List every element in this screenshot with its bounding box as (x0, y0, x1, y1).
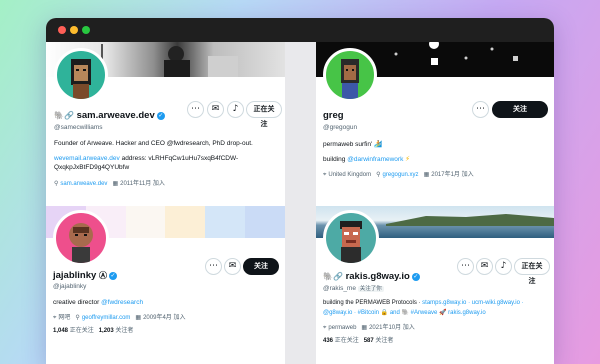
bio-link[interactable]: @g8way.io (323, 310, 352, 316)
calendar-icon: ▦ (361, 324, 368, 331)
bio-address-link[interactable]: wevemail.arweave.dev (54, 155, 120, 162)
bio-address: wevemail.arweave.dev address: vLRHFqCw1u… (54, 155, 238, 162)
bio-address-text: address: vLRHFqCw1uHu7sxqB4fCDW- (121, 155, 239, 162)
link-icon: ⚲ (376, 171, 381, 178)
following-button[interactable]: 正在关注 (514, 258, 550, 285)
handle: @gregogun (323, 124, 358, 131)
handle: @jajablinky (53, 283, 87, 290)
follow-button[interactable]: 关注 (492, 101, 548, 118)
name-emoji: 🐘🔗 (54, 111, 74, 120)
minimize-window-button[interactable] (70, 26, 78, 34)
bio: Founder of Arweave. Hacker and CEO @fwdr… (54, 140, 253, 147)
profile-meta: ⌖ 网吧 ⚲ geoffreymillar.com ▦ 2009年4月 加入 (53, 312, 185, 322)
website-link[interactable]: geoffreymillar.com (82, 315, 131, 321)
bio: creative director @fwdresearch (53, 299, 143, 306)
joined-date: 2021年10月 加入 (369, 325, 415, 331)
follow-stats: 1,048 正在关注 1,203 关注者 (53, 325, 133, 334)
bio-address-line2: QxqkpJxBtFD9g4QYUbfw (54, 164, 130, 171)
profile-card-greg: ⋯ 关注 greg @gregogun permaweb surfin' 🏄 b… (316, 42, 554, 206)
follow-stats: 436 正在关注 587 关注者 (323, 335, 393, 344)
bio-line1: building the PERMAWEB Protocols · stamps… (323, 300, 524, 306)
joined-date: 2009年4月 加入 (143, 315, 186, 321)
bio-mention-link[interactable]: @fwdresearch (101, 299, 143, 306)
notification-bell-icon[interactable]: ♪ (227, 101, 244, 118)
close-window-button[interactable] (58, 26, 66, 34)
link-icon: ⚲ (75, 314, 80, 321)
avatar[interactable] (53, 210, 109, 266)
message-icon[interactable]: ✉ (476, 258, 493, 275)
following-count[interactable]: 1,048 正在关注 (53, 328, 94, 334)
bio-website-link[interactable]: rakis.g8way.io (448, 310, 486, 316)
follows-you-badge: 关注了你 (357, 286, 384, 292)
joined-date: 2017年1月 加入 (431, 172, 474, 178)
profile-meta: ⌖ permaweb ▦ 2021年10月 加入 (323, 322, 415, 332)
display-name: 🐘🔗 rakis.g8way.io ✓ (323, 271, 420, 282)
display-name-text: jajablinky (53, 270, 97, 281)
follow-button[interactable]: 关注 (243, 258, 279, 275)
followers-count[interactable]: 1,203 关注者 (99, 328, 134, 334)
handle: @samecwilliams (54, 124, 103, 131)
display-name: greg (323, 110, 344, 121)
followers-count[interactable]: 587 关注者 (364, 338, 394, 344)
name-emoji: 🐘🔗 (323, 272, 343, 281)
location-text: permaweb (328, 325, 357, 331)
lightning-icon: ⚡ (405, 155, 411, 163)
joined-date: 2011年11月 加入 (120, 181, 165, 187)
display-name: 🐘🔗 sam.arweave.dev ✓ (54, 110, 165, 121)
bio-building-text: building (323, 156, 346, 163)
location-text: 网吧 (58, 315, 71, 321)
more-icon[interactable]: ⋯ (457, 258, 474, 275)
bio-building: building @darwinframework ⚡ (323, 155, 410, 163)
bio-text: creative director (53, 299, 100, 306)
website-link[interactable]: gregogun.xyz (383, 172, 419, 178)
link-icon: ⚲ (54, 180, 59, 187)
display-name: jajablinky Ⓐ ✓ (53, 270, 117, 281)
bio-hashtags[interactable]: · #Bitcoin 🔒 and 🐘 #Arweave 🚀 (354, 310, 446, 316)
display-name-text: rakis.g8way.io (345, 271, 410, 282)
bio-line2: @g8way.io · #Bitcoin 🔒 and 🐘 #Arweave 🚀 … (323, 309, 486, 316)
website-link[interactable]: sam.arweave.dev (60, 181, 107, 187)
handle: @rakis_me (323, 285, 356, 292)
profile-card-sam: ⋯ ✉ ♪ 正在关注 🐘🔗 sam.arweave.dev ✓ @samecwil… (46, 42, 285, 206)
avatar[interactable] (54, 48, 108, 102)
more-icon[interactable]: ⋯ (187, 101, 204, 118)
bio-text: building the PERMAWEB Protocols · (323, 300, 421, 306)
message-icon[interactable]: ✉ (207, 101, 224, 118)
bio-building-link[interactable]: @darwinframework (347, 156, 403, 163)
bio-text: Founder of Arweave. Hacker and CEO @fwdr… (54, 140, 253, 147)
handle-row: @rakis_me 关注了你 (323, 284, 384, 292)
more-icon[interactable]: ⋯ (472, 101, 489, 118)
display-name-text: sam.arweave.dev (76, 110, 155, 121)
calendar-icon: ▦ (135, 314, 142, 321)
name-emblem: Ⓐ (98, 271, 107, 280)
verified-badge-icon: ✓ (411, 273, 420, 281)
following-count[interactable]: 436 正在关注 (323, 338, 359, 344)
notification-bell-icon[interactable]: ♪ (495, 258, 512, 275)
calendar-icon: ▦ (112, 180, 119, 187)
window-titlebar (46, 18, 554, 42)
following-button[interactable]: 正在关注 (246, 101, 282, 128)
message-icon[interactable]: ✉ (224, 258, 241, 275)
location-icon: ⌖ (53, 314, 57, 321)
avatar[interactable] (323, 48, 377, 102)
bio-links[interactable]: stamps.g8way.io · ucm-wiki.g8way.io · (422, 300, 523, 306)
bio: permaweb surfin' 🏄 (323, 141, 383, 148)
more-icon[interactable]: ⋯ (205, 258, 222, 275)
browser-window: ⋯ ✉ ♪ 正在关注 🐘🔗 sam.arweave.dev ✓ @samecwil… (46, 18, 554, 364)
profile-meta: ⚲ sam.arweave.dev ▦ 2011年11月 加入 (54, 178, 165, 187)
verified-badge-icon: ✓ (108, 272, 117, 280)
location-icon: ⌖ (323, 171, 327, 178)
profile-card-rakis: ⋯ ✉ ♪ 正在关注 🐘🔗 rakis.g8way.io ✓ @rakis_me … (316, 206, 554, 364)
avatar[interactable] (323, 210, 379, 266)
maximize-window-button[interactable] (82, 26, 90, 34)
location-icon: ⌖ (323, 324, 327, 331)
verified-badge-icon: ✓ (156, 112, 165, 120)
profile-meta: ⌖ United Kingdom ⚲ gregogun.xyz ▦ 2017年1月 加… (323, 169, 474, 179)
profile-card-jajablinky: ⋯ ✉ 关注 jajablinky Ⓐ ✓ @jajablinky creativ… (46, 206, 285, 364)
location-text: United Kingdom (328, 172, 372, 178)
calendar-icon: ▦ (423, 171, 430, 178)
